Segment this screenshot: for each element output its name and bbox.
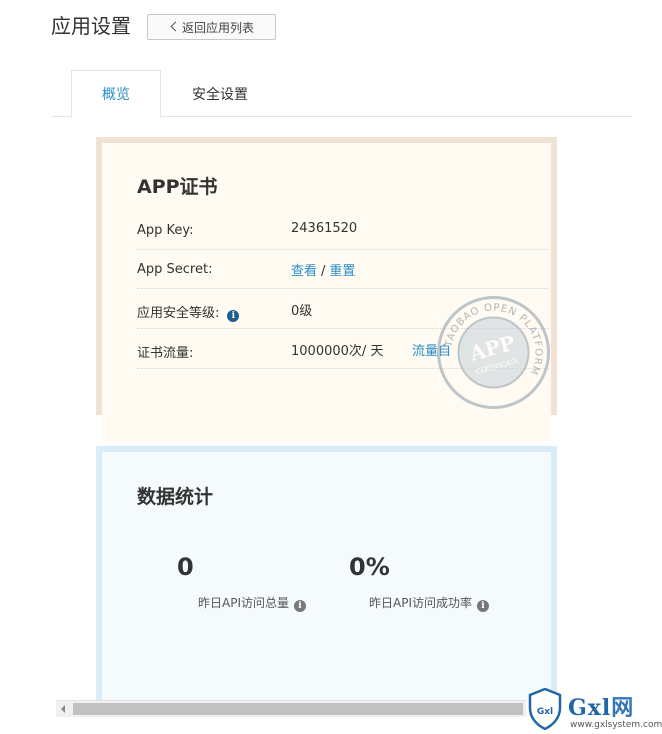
watermark-brand: Gxl网 (568, 690, 634, 722)
shield-logo-icon: Gxl (528, 688, 562, 730)
app-key-row: App Key: 24361520 (137, 210, 549, 250)
app-secret-row: App Secret: 查看 / 重置 (137, 249, 549, 289)
reset-secret-link[interactable]: 重置 (329, 264, 355, 279)
security-level-label: 应用安全等级: i (137, 302, 240, 322)
watermark-url: www.gxlsystem.com (570, 720, 662, 730)
info-icon[interactable]: i (294, 600, 306, 612)
info-icon[interactable]: i (477, 600, 489, 612)
api-success-rate-label: 昨日API访问成功率 i (369, 594, 489, 612)
tab-overview[interactable]: 概览 (71, 70, 161, 118)
scrollbar-thumb[interactable] (73, 703, 523, 715)
horizontal-scrollbar[interactable] (56, 700, 526, 717)
stats-heading: 数据统计 (137, 486, 214, 508)
app-key-label: App Key: (137, 223, 194, 238)
cert-traffic-value: 1000000次/ 天 (291, 344, 384, 359)
tab-bar: 概览 安全设置 (51, 70, 632, 118)
api-total-value: 0 (177, 553, 194, 581)
api-total-label-text: 昨日API访问总量 (198, 596, 289, 610)
back-button-label: 返回应用列表 (182, 20, 255, 35)
api-total-label: 昨日API访问总量 i (198, 594, 306, 612)
tab-security-settings[interactable]: 安全设置 (175, 70, 265, 117)
app-secret-actions: 查看 / 重置 (291, 260, 355, 279)
info-icon[interactable]: i (227, 310, 240, 322)
app-key-value: 24361520 (291, 221, 358, 236)
api-success-rate-value: 0% (349, 553, 390, 581)
watermark-brand-text: Gxl (568, 695, 612, 721)
link-separator: / (321, 264, 326, 279)
app-secret-label: App Secret: (137, 262, 213, 277)
watermark-suffix: 网 (611, 695, 635, 721)
certificate-stamp-icon: TAOBAO OPEN PLATFORM APP CERTIFICATE (437, 296, 550, 409)
api-success-rate-label-text: 昨日API访问成功率 (369, 596, 472, 610)
chevron-left-icon (170, 21, 181, 32)
site-watermark: Gxl Gxl网 www.gxlsystem.com (526, 688, 662, 734)
security-level-label-text: 应用安全等级: (137, 306, 220, 321)
view-secret-link[interactable]: 查看 (291, 264, 317, 279)
cert-traffic-label: 证书流量: (137, 346, 194, 361)
cert-heading: APP证书 (137, 176, 218, 198)
back-to-app-list-button[interactable]: 返回应用列表 (147, 14, 276, 40)
security-level-value: 0级 (291, 304, 313, 319)
scroll-left-arrow-icon[interactable] (61, 705, 65, 713)
page-title: 应用设置 (51, 14, 131, 38)
shield-logo-text: Gxl (537, 707, 553, 717)
